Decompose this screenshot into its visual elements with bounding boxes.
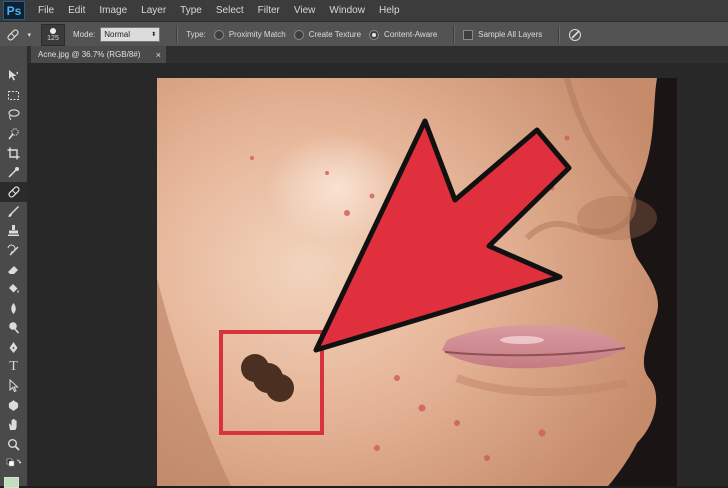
divider — [176, 26, 179, 43]
sample-all-layers-checkbox[interactable]: Sample All Layers — [463, 29, 543, 40]
document-image[interactable] — [157, 78, 677, 486]
options-bar: ▾ 125 Mode: Normal ⬍ Type: Proximity Mat… — [0, 21, 728, 48]
radio-button-selected[interactable] — [369, 29, 380, 40]
document-title: Acne.jpg @ 36.7% (RGB/8#) — [38, 50, 141, 59]
quick-selection-tool-icon[interactable] — [0, 124, 27, 143]
move-tool-icon[interactable] — [0, 66, 27, 85]
menu-type[interactable]: Type — [174, 5, 210, 16]
updown-arrows-icon: ⬍ — [151, 32, 157, 38]
sample-all-layers-label: Sample All Layers — [478, 30, 543, 39]
radio-button[interactable] — [213, 29, 224, 40]
menu-filter[interactable]: Filter — [252, 5, 288, 16]
divider — [453, 26, 456, 43]
type-label: Type: — [186, 30, 206, 39]
clone-stamp-tool-icon[interactable] — [0, 221, 27, 240]
mode-dropdown[interactable]: Normal ⬍ — [100, 27, 161, 42]
document-tab-bar: Acne.jpg @ 36.7% (RGB/8#) × — [28, 46, 728, 63]
radio-proximity-match[interactable]: Proximity Match — [213, 29, 286, 40]
marquee-tool-icon[interactable] — [0, 85, 27, 104]
checkbox[interactable] — [463, 29, 474, 40]
zoom-tool-icon[interactable] — [0, 434, 27, 453]
menu-view[interactable]: View — [288, 5, 324, 16]
mode-value: Normal — [104, 30, 131, 39]
document-tab[interactable]: Acne.jpg @ 36.7% (RGB/8#) × — [31, 46, 166, 63]
brush-size-picker[interactable]: 125 — [41, 23, 65, 46]
chevron-down-icon: ▾ — [27, 31, 31, 39]
blur-tool-icon[interactable] — [0, 299, 27, 318]
content-aware-label: Content-Aware — [384, 30, 438, 39]
hand-tool-icon[interactable] — [0, 415, 27, 434]
menu-edit[interactable]: Edit — [62, 5, 93, 16]
history-brush-tool-icon[interactable] — [0, 241, 27, 260]
eyedropper-tool-icon[interactable] — [0, 163, 27, 182]
default-colors-icon[interactable] — [0, 454, 27, 473]
menu-help[interactable]: Help — [373, 5, 408, 16]
mode-label: Mode: — [73, 30, 96, 39]
create-texture-label: Create Texture — [308, 30, 362, 39]
radio-create-texture[interactable]: Create Texture — [293, 29, 362, 40]
tool-preset-picker[interactable]: ▾ — [5, 25, 31, 44]
eraser-tool-icon[interactable] — [0, 260, 27, 279]
path-selection-tool-icon[interactable] — [0, 376, 27, 395]
pen-tool-icon[interactable] — [0, 337, 27, 356]
pressure-brush-icon[interactable] — [568, 28, 582, 42]
foreground-color-swatch[interactable] — [4, 477, 19, 488]
radio-content-aware[interactable]: Content-Aware — [369, 29, 438, 40]
menu-file[interactable]: File — [32, 5, 62, 16]
spot-healing-brush-icon — [7, 28, 19, 41]
brush-tool-icon[interactable] — [0, 202, 27, 221]
crop-tool-icon[interactable] — [0, 144, 27, 163]
photoshop-logo: Ps — [3, 1, 25, 20]
menu-bar: Ps File Edit Image Layer Type Select Fil… — [0, 0, 728, 21]
radio-button[interactable] — [293, 29, 304, 40]
spot-healing-brush-tool-icon[interactable] — [0, 182, 27, 202]
menu-image[interactable]: Image — [93, 5, 135, 16]
dodge-tool-icon[interactable] — [0, 318, 27, 337]
face-photo — [157, 78, 677, 486]
divider — [558, 26, 561, 43]
menu-select[interactable]: Select — [210, 5, 252, 16]
menu-window[interactable]: Window — [323, 5, 373, 16]
menu-layer[interactable]: Layer — [135, 5, 174, 16]
brush-tip-icon — [50, 27, 56, 34]
paint-bucket-tool-icon[interactable] — [0, 279, 27, 298]
type-tool-icon[interactable]: T — [0, 357, 27, 376]
canvas-area[interactable] — [28, 63, 728, 486]
lasso-tool-icon[interactable] — [0, 105, 27, 124]
custom-shape-tool-icon[interactable] — [0, 396, 27, 415]
brush-size-value: 125 — [47, 34, 59, 42]
toolbox: T — [0, 46, 28, 488]
close-tab-icon[interactable]: × — [156, 50, 161, 60]
proximity-match-label: Proximity Match — [228, 30, 286, 39]
